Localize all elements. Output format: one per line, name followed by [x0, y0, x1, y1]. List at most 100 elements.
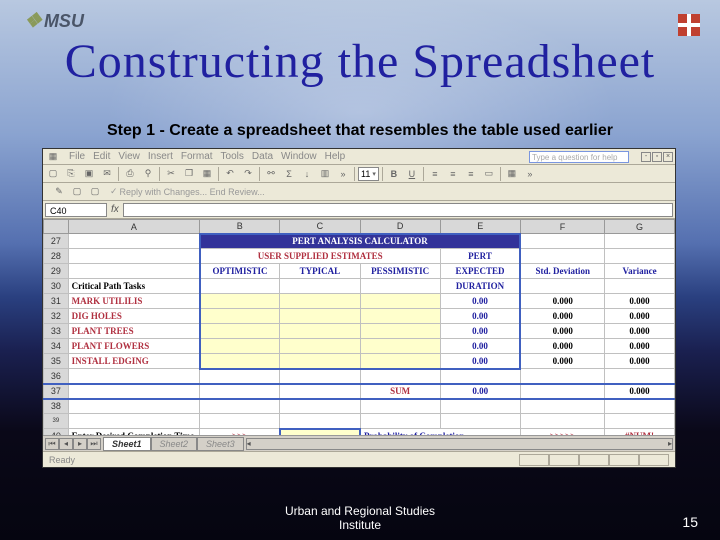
- row-36: 36: [44, 369, 675, 384]
- pert-h3: DURATION: [440, 279, 520, 294]
- review-icon[interactable]: ✎: [51, 184, 67, 200]
- col-e[interactable]: E: [440, 220, 520, 234]
- menu-format[interactable]: Format: [181, 151, 213, 162]
- restore-button[interactable]: ▫: [652, 152, 662, 162]
- save-icon[interactable]: ▣: [81, 166, 97, 182]
- undo-icon[interactable]: ↶: [222, 166, 238, 182]
- tab-last-icon[interactable]: ⏭: [87, 438, 101, 450]
- menu-file[interactable]: File: [69, 151, 85, 162]
- fontsize-select[interactable]: 11: [358, 167, 379, 181]
- task-1: DIG HOLES: [68, 309, 200, 324]
- row-29: 29OPTIMISTICTYPICALPESSIMISTICEXPECTEDSt…: [44, 264, 675, 279]
- h-opt: OPTIMISTIC: [200, 264, 280, 279]
- sort-icon[interactable]: ↓: [299, 166, 315, 182]
- standard-toolbar: ▢ ⎘ ▣ ✉ ⎙ ⚲ ✂ ❐ ▦ ↶ ↷ ⚯ Σ ↓ ▥ » 11 B U ≡…: [43, 165, 675, 183]
- slide-subtitle: Step 1 - Create a spreadsheet that resem…: [0, 122, 720, 140]
- mail-icon[interactable]: ✉: [99, 166, 115, 182]
- tab-sheet1[interactable]: Sheet1: [103, 437, 151, 451]
- column-headers: A B C D E F G: [44, 220, 675, 234]
- tab-prev-icon[interactable]: ◂: [59, 438, 73, 450]
- col-g[interactable]: G: [605, 220, 675, 234]
- bold-button[interactable]: B: [386, 166, 402, 182]
- align-left-icon[interactable]: ≡: [427, 166, 443, 182]
- review-text: ✓: [105, 186, 118, 197]
- menu-window[interactable]: Window: [281, 151, 317, 162]
- align-center-icon[interactable]: ≡: [445, 166, 461, 182]
- align-right-icon[interactable]: ≡: [463, 166, 479, 182]
- excel-icon: ▦: [45, 149, 61, 165]
- spreadsheet-grid[interactable]: A B C D E F G 27PERT ANALYSIS CALCULATOR…: [43, 219, 675, 435]
- menu-view[interactable]: View: [118, 151, 140, 162]
- col-f[interactable]: F: [520, 220, 604, 234]
- slide-title: Constructing the Spreadsheet: [0, 34, 720, 89]
- institute-logo-icon: [678, 14, 700, 36]
- row-37: 37SUM0.000.000: [44, 384, 675, 399]
- minimize-button[interactable]: -: [641, 152, 651, 162]
- col-a[interactable]: A: [68, 220, 200, 234]
- menu-edit[interactable]: Edit: [93, 151, 110, 162]
- link-icon[interactable]: ⚯: [263, 166, 279, 182]
- underline-button[interactable]: U: [404, 166, 420, 182]
- borders-icon[interactable]: ▦: [504, 166, 520, 182]
- col-c[interactable]: C: [280, 220, 360, 234]
- preview-icon[interactable]: ⚲: [140, 166, 156, 182]
- h-std: Std. Deviation: [520, 264, 604, 279]
- row-39: 39: [44, 414, 675, 429]
- excel-screenshot: ▦ File Edit View Insert Format Tools Dat…: [42, 148, 676, 468]
- row-30: 30Critical Path TasksDURATION: [44, 279, 675, 294]
- cut-icon[interactable]: ✂: [163, 166, 179, 182]
- new-icon[interactable]: ▢: [45, 166, 61, 182]
- tab-next-icon[interactable]: ▸: [73, 438, 87, 450]
- paste-icon[interactable]: ▦: [199, 166, 215, 182]
- review2-icon[interactable]: ▢: [69, 184, 85, 200]
- print-icon[interactable]: ⎙: [122, 166, 138, 182]
- row-35: 35INSTALL EDGING0.000.0000.000: [44, 354, 675, 369]
- fx-icon[interactable]: fx: [111, 204, 119, 215]
- sum-var: 0.000: [605, 384, 675, 399]
- row-27: 27PERT ANALYSIS CALCULATOR: [44, 234, 675, 249]
- h-pes: PESSIMISTIC: [360, 264, 440, 279]
- status-bar: Ready: [43, 451, 675, 467]
- sheet-tabs: ⏮ ◂ ▸ ⏭ Sheet1 Sheet2 Sheet3: [43, 435, 675, 451]
- menu-insert[interactable]: Insert: [148, 151, 173, 162]
- sum-icon[interactable]: Σ: [281, 166, 297, 182]
- sum-label: SUM: [360, 384, 440, 399]
- open-icon[interactable]: ⎘: [63, 166, 79, 182]
- task-3: PLANT FLOWERS: [68, 339, 200, 354]
- review-label: Reply with Changes... End Review...: [120, 187, 265, 197]
- redo-icon[interactable]: ↷: [240, 166, 256, 182]
- col-b[interactable]: B: [200, 220, 280, 234]
- chart-icon[interactable]: ▥: [317, 166, 333, 182]
- h-typ: TYPICAL: [280, 264, 360, 279]
- formula-input[interactable]: [123, 203, 673, 217]
- tab-sheet2[interactable]: Sheet2: [151, 437, 198, 451]
- col-d[interactable]: D: [360, 220, 440, 234]
- menu-data[interactable]: Data: [252, 151, 273, 162]
- row-31: 31MARK UTILILIS0.000.0000.000: [44, 294, 675, 309]
- tab-sheet3[interactable]: Sheet3: [197, 437, 244, 451]
- more2-icon[interactable]: »: [522, 166, 538, 182]
- horizontal-scrollbar[interactable]: [246, 438, 673, 450]
- review3-icon[interactable]: ▢: [87, 184, 103, 200]
- help-search-input[interactable]: Type a question for help: [529, 151, 629, 163]
- merge-icon[interactable]: ▭: [481, 166, 497, 182]
- sum-duration: 0.00: [440, 384, 520, 399]
- menu-bar: ▦ File Edit View Insert Format Tools Dat…: [43, 149, 675, 165]
- user-supplied: USER SUPPLIED ESTIMATES: [200, 249, 440, 264]
- menu-help[interactable]: Help: [325, 151, 346, 162]
- copy-icon[interactable]: ❐: [181, 166, 197, 182]
- tab-first-icon[interactable]: ⏮: [45, 438, 59, 450]
- msu-logo: MSU: [24, 8, 84, 33]
- menu-tools[interactable]: Tools: [221, 151, 244, 162]
- row-38: 38: [44, 399, 675, 414]
- formula-bar: C40 fx: [43, 201, 675, 219]
- row-28: 28USER SUPPLIED ESTIMATESPERT: [44, 249, 675, 264]
- more-icon[interactable]: »: [335, 166, 351, 182]
- row-34: 34PLANT FLOWERS0.000.0000.000: [44, 339, 675, 354]
- task-2: PLANT TREES: [68, 324, 200, 339]
- row-32: 32DIG HOLES0.000.0000.000: [44, 309, 675, 324]
- close-button[interactable]: ×: [663, 152, 673, 162]
- select-all-corner[interactable]: [44, 220, 69, 234]
- task-4: INSTALL EDGING: [68, 354, 200, 369]
- name-box[interactable]: C40: [45, 203, 107, 217]
